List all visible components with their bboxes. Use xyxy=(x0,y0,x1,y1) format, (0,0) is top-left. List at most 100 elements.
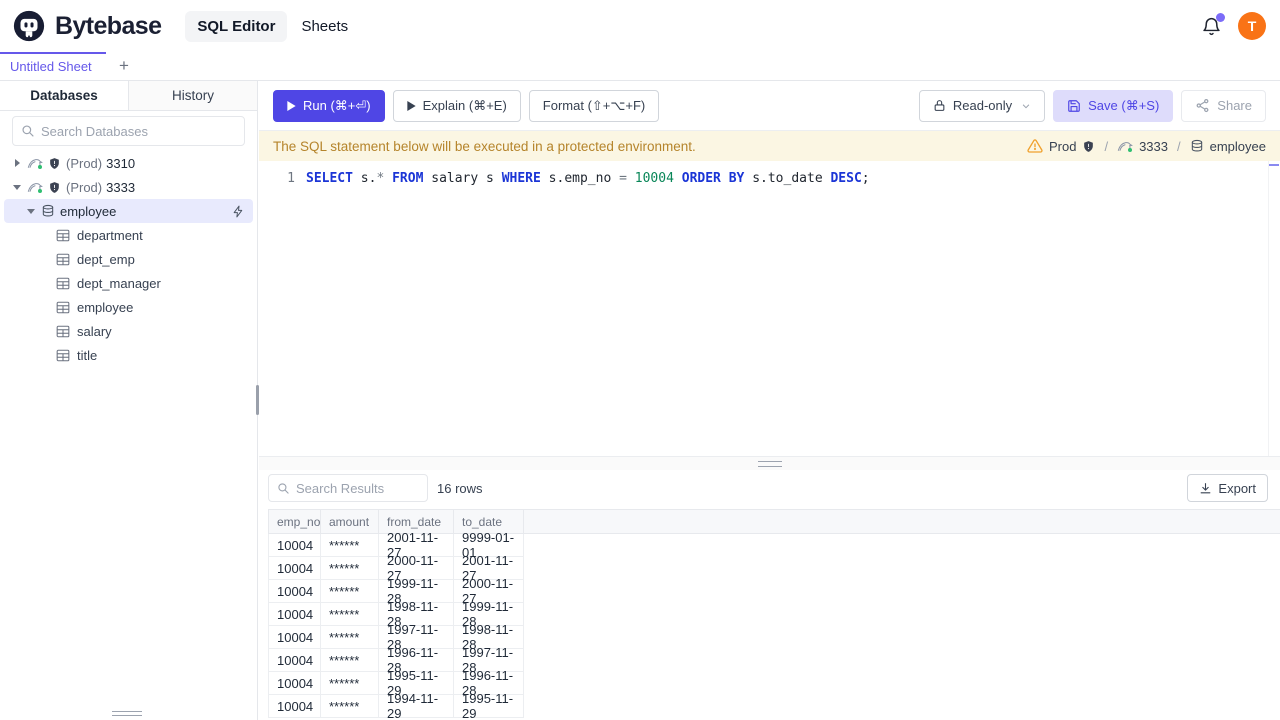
sheet-tab-bar: Untitled Sheet + xyxy=(0,52,1280,81)
cell-amount: ****** xyxy=(321,672,379,694)
search-icon xyxy=(277,482,290,495)
sidebar-table-dept_emp[interactable]: dept_emp xyxy=(0,247,257,271)
chevron-down-icon[interactable] xyxy=(26,209,36,214)
save-button[interactable]: Save (⌘+S) xyxy=(1053,89,1174,122)
run-button[interactable]: Run (⌘+⏎) xyxy=(273,89,385,122)
column-header-filler xyxy=(524,510,1280,533)
line-number: 1 xyxy=(287,171,295,186)
sidebar-table-dept_manager[interactable]: dept_manager xyxy=(0,271,257,295)
top-nav: SQL Editor Sheets xyxy=(185,10,348,42)
sql-code-editor[interactable]: 1 SELECT s.* FROM salary s WHERE s.emp_n… xyxy=(259,161,1280,456)
cell-emp_no: 10004 xyxy=(269,695,321,717)
panel-divider xyxy=(259,456,1280,470)
brand-name: Bytebase xyxy=(55,11,162,40)
sidebar-table-salary[interactable]: salary xyxy=(0,319,257,343)
cell-amount: ****** xyxy=(321,603,379,625)
database-icon xyxy=(1190,139,1204,153)
save-icon xyxy=(1067,99,1081,113)
sidebar-table-title[interactable]: title xyxy=(0,343,257,367)
avatar[interactable]: T xyxy=(1238,12,1266,40)
cell-emp_no: 10004 xyxy=(269,603,321,625)
share-icon xyxy=(1195,98,1210,113)
bytebase-logo[interactable]: Bytebase xyxy=(12,9,162,43)
bytebase-sql-editor: Bytebase SQL Editor Sheets T Untitled Sh… xyxy=(0,0,1280,720)
results-table-body: 10004 ****** 2001-11-27 9999-01-01 10004 ****… xyxy=(268,530,524,720)
table-icon xyxy=(56,325,70,338)
sidebar-instance-3310[interactable]: (Prod) 3310 xyxy=(0,151,257,175)
search-databases-input[interactable] xyxy=(41,123,236,139)
sidebar-instance-3333[interactable]: (Prod) 3333 xyxy=(0,175,257,199)
environment-label: (Prod) xyxy=(66,155,103,171)
tab-databases[interactable]: Databases xyxy=(0,81,129,110)
table-icon xyxy=(56,229,70,242)
cell-emp_no: 10004 xyxy=(269,649,321,671)
cell-to_date: 1995-11-29 xyxy=(454,691,524,720)
column-header-emp_no[interactable]: emp_no xyxy=(269,510,321,533)
database-tree: (Prod) 3310 (Prod) 3333 employee departm… xyxy=(0,151,257,367)
cell-emp_no: 10004 xyxy=(269,534,321,556)
lightning-icon[interactable] xyxy=(232,205,245,218)
connection-breadcrumb: Prod / 3333 / employee xyxy=(1027,138,1266,154)
mysql-icon xyxy=(27,180,43,194)
sidebar-bottom-resize-handle[interactable] xyxy=(112,711,142,716)
explain-button[interactable]: Explain (⌘+E) xyxy=(392,89,521,122)
shield-icon xyxy=(48,157,61,170)
warning-icon xyxy=(1027,138,1043,154)
share-button[interactable]: Share xyxy=(1181,89,1266,122)
database-badge[interactable]: employee xyxy=(1210,139,1266,154)
table-icon xyxy=(56,277,70,290)
column-header-amount[interactable]: amount xyxy=(321,510,379,533)
table-name: dept_emp xyxy=(77,251,135,267)
cell-amount: ****** xyxy=(321,557,379,579)
banner-message: The SQL statement below will be executed… xyxy=(273,138,696,154)
environment-badge[interactable]: Prod xyxy=(1049,139,1076,154)
tab-history[interactable]: History xyxy=(129,81,257,110)
editor-scrollbar[interactable] xyxy=(1268,161,1280,456)
results-search xyxy=(268,474,428,502)
table-name: department xyxy=(77,227,143,243)
export-button[interactable]: Export xyxy=(1187,474,1268,502)
mysql-icon xyxy=(1117,139,1134,153)
sidebar: Databases History Search Databases (Prod… xyxy=(0,81,259,720)
add-sheet-button[interactable]: + xyxy=(110,52,138,80)
shield-icon xyxy=(48,181,61,194)
sheet-tab-label: Untitled Sheet xyxy=(10,58,92,74)
cell-emp_no: 10004 xyxy=(269,626,321,648)
mysql-icon xyxy=(27,156,43,170)
format-button[interactable]: Format (⇧+⌥+F) xyxy=(528,89,660,122)
nav-sheets[interactable]: Sheets xyxy=(301,18,348,35)
cell-amount: ****** xyxy=(321,626,379,648)
sidebar-table-employee[interactable]: employee xyxy=(0,295,257,319)
chevron-down-icon[interactable] xyxy=(12,185,22,190)
sql-statement: SELECT s.* FROM salary s WHERE s.emp_no … xyxy=(306,171,870,186)
toolbar-right: Read-only Save (⌘+S) Share xyxy=(918,89,1266,122)
readonly-mode-button[interactable]: Read-only xyxy=(918,89,1046,122)
divider-drag-handle[interactable] xyxy=(757,461,782,467)
header-actions: T xyxy=(1200,12,1266,40)
chevron-right-icon[interactable] xyxy=(12,159,22,167)
results-panel: 16 rows Export emp_noamountfrom_dateto_d… xyxy=(259,470,1280,720)
cell-emp_no: 10004 xyxy=(269,557,321,579)
code-line: 1 SELECT s.* FROM salary s WHERE s.emp_n… xyxy=(259,169,1266,188)
table-name: salary xyxy=(77,323,112,339)
table-icon xyxy=(56,349,70,362)
search-results-input[interactable] xyxy=(296,480,419,496)
instance-badge[interactable]: 3333 xyxy=(1139,139,1168,154)
notification-dot xyxy=(1216,13,1225,22)
chevron-down-icon xyxy=(1021,101,1031,111)
shield-icon xyxy=(1082,140,1095,153)
nav-sql-editor[interactable]: SQL Editor xyxy=(185,10,288,42)
table-name: dept_manager xyxy=(77,275,161,291)
table-icon xyxy=(56,301,70,314)
cell-emp_no: 10004 xyxy=(269,580,321,602)
cell-amount: ****** xyxy=(321,580,379,602)
sidebar-database-employee[interactable]: employee xyxy=(4,199,253,223)
notifications-button[interactable] xyxy=(1200,13,1225,37)
top-header: Bytebase SQL Editor Sheets T xyxy=(0,0,1280,52)
table-row[interactable]: 10004 ****** 1994-11-29 1995-11-29 xyxy=(269,691,524,720)
instance-name: 3310 xyxy=(106,155,136,171)
cell-amount: ****** xyxy=(321,695,379,717)
table-icon xyxy=(56,253,70,266)
tab-untitled-sheet[interactable]: Untitled Sheet xyxy=(0,52,106,80)
sidebar-table-department[interactable]: department xyxy=(0,223,257,247)
